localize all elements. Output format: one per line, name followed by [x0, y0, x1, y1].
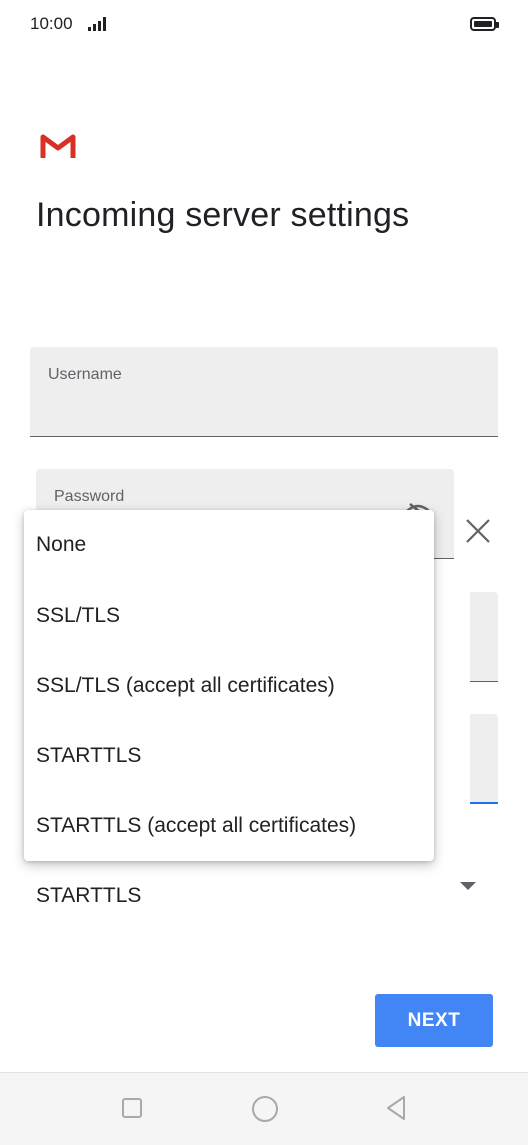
username-field[interactable]: Username [30, 347, 498, 437]
status-time: 10:00 [30, 14, 73, 33]
server-field[interactable] [470, 592, 498, 682]
security-type-menu: None SSL/TLS SSL/TLS (accept all certifi… [24, 510, 434, 861]
menu-item-starttls[interactable]: STARTTLS [24, 721, 434, 791]
menu-item-ssl-tls[interactable]: SSL/TLS [24, 581, 434, 651]
port-field[interactable] [470, 714, 498, 804]
menu-item-starttls-accept-all[interactable]: STARTTLS (accept all certificates) [24, 791, 434, 861]
dropdown-arrow-icon[interactable] [460, 882, 476, 890]
recent-apps-icon[interactable] [122, 1098, 142, 1118]
menu-item-none[interactable]: None [24, 510, 434, 580]
password-label: Password [54, 488, 125, 505]
username-label: Username [48, 366, 122, 383]
signal-icon [88, 17, 110, 31]
next-button[interactable]: NEXT [375, 994, 493, 1047]
gmail-logo [40, 134, 76, 158]
security-type-value[interactable]: STARTTLS [36, 884, 141, 908]
close-icon[interactable] [464, 517, 492, 545]
back-icon[interactable] [384, 1094, 408, 1122]
home-icon[interactable] [252, 1096, 278, 1122]
battery-icon [470, 17, 499, 31]
menu-item-ssl-tls-accept-all[interactable]: SSL/TLS (accept all certificates) [24, 651, 434, 721]
page-title: Incoming server settings [36, 196, 410, 234]
